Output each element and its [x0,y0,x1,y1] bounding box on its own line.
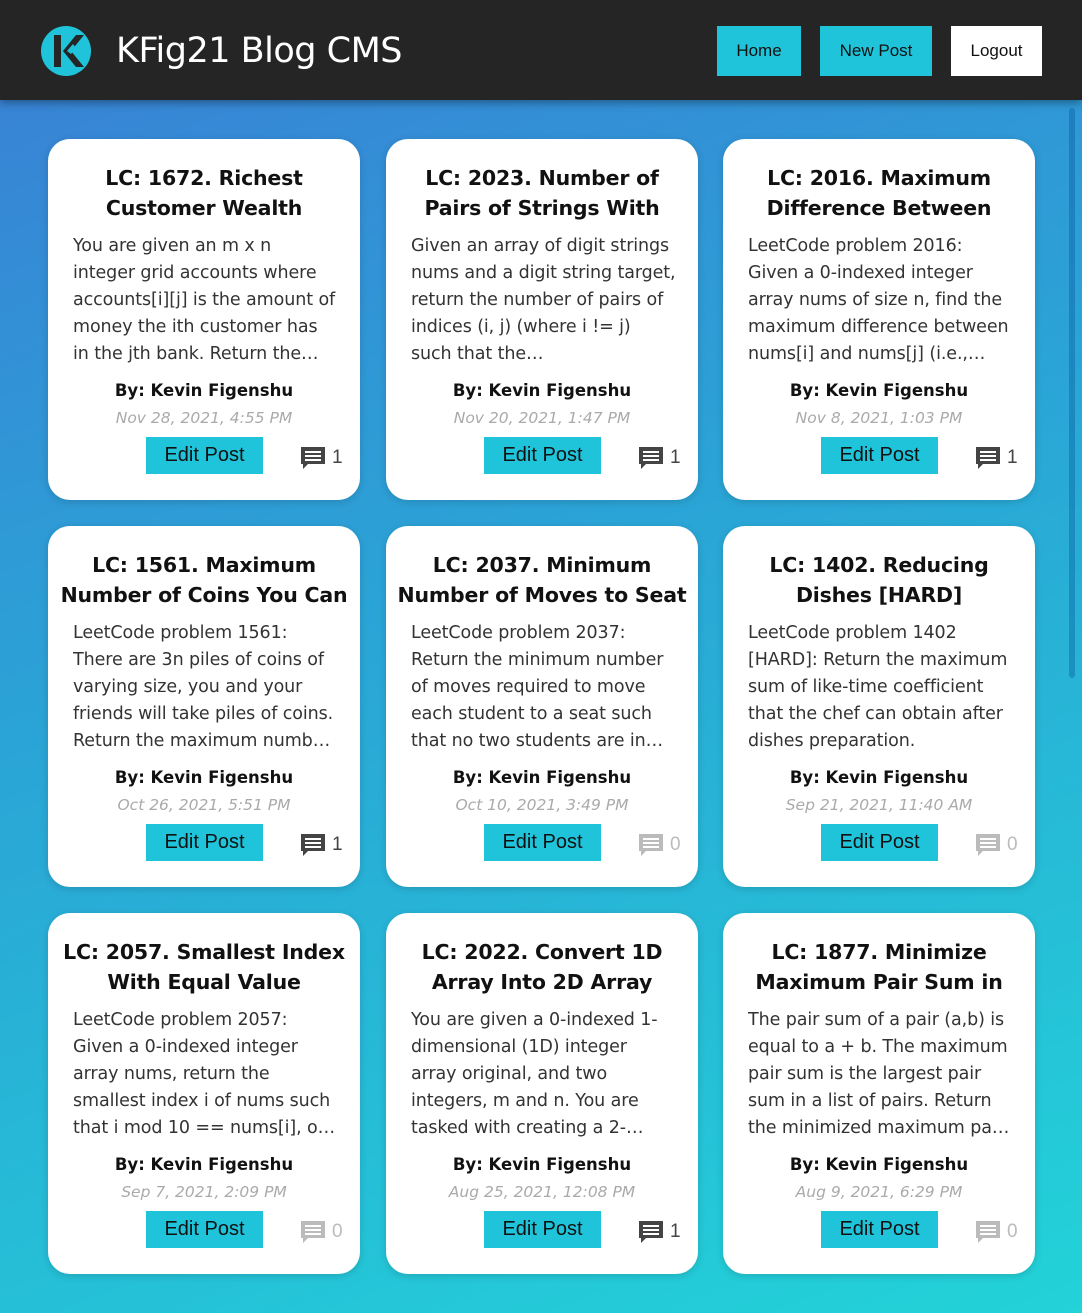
post-excerpt: LeetCode problem 1561: There are 3n pile… [73,623,334,751]
post-author: By: Kevin Figenshu [452,1155,632,1174]
post-title: LC: 2023. Number of Pairs of Strings Wit… [424,166,660,220]
post-card: LC: 2057. Smallest Index With Equal Valu… [48,913,360,1274]
post-title: LC: 2037. Minimum Number of Moves to Sea… [397,553,687,607]
comment-icon [639,447,663,469]
post-excerpt: LeetCode problem 2016: Given a 0-indexed… [748,236,1009,364]
edit-post-button[interactable]: Edit Post [146,1211,263,1248]
comments-link[interactable]: 1 [637,1218,681,1246]
post-author: By: Kevin Figenshu [452,768,632,787]
post-card: LC: 2023. Number of Pairs of Strings Wit… [386,139,698,500]
edit-post-button[interactable]: Edit Post [484,824,601,861]
edit-post-button[interactable]: Edit Post [146,437,263,474]
edit-post-button[interactable]: Edit Post [484,1211,601,1248]
post-excerpt: LeetCode problem 2037: Return the minimu… [411,623,664,751]
post-card: LC: 1672. Richest Customer Wealth You ar… [48,139,360,500]
post-title: LC: 2016. Maximum Difference Between [766,166,992,220]
post-date: Sep 21, 2021, 11:40 AM [785,796,973,814]
top-navbar: KFig21 Blog CMS Home New Post Logout [0,0,1082,100]
comments-link[interactable]: 1 [299,831,343,859]
comment-icon [976,447,1000,469]
post-author: By: Kevin Figenshu [114,1155,294,1174]
brand[interactable]: KFig21 Blog CMS [40,26,402,76]
post-title: LC: 1561. Maximum Number of Coins You Ca… [60,553,348,607]
post-excerpt: You are given a 0-indexed 1-dimensional … [411,1010,658,1138]
comment-icon [301,834,325,856]
post-date: Nov 28, 2021, 4:55 PM [115,409,293,427]
comments-link[interactable]: 0 [637,831,681,859]
post-author: By: Kevin Figenshu [452,381,632,400]
post-card: LC: 1402. Reducing Dishes [HARD] LeetCod… [723,526,1035,887]
post-card: LC: 2016. Maximum Difference Between Lee… [723,139,1035,500]
post-title: LC: 2057. Smallest Index With Equal Valu… [63,940,345,994]
post-card: LC: 2037. Minimum Number of Moves to Sea… [386,526,698,887]
post-card: LC: 1561. Maximum Number of Coins You Ca… [48,526,360,887]
post-date: Nov 8, 2021, 1:03 PM [795,409,963,427]
post-excerpt: LeetCode problem 2057: Given a 0-indexed… [73,1010,336,1138]
post-title: LC: 1672. Richest Customer Wealth [105,166,303,220]
post-author: By: Kevin Figenshu [789,381,969,400]
post-author: By: Kevin Figenshu [114,381,294,400]
post-title: LC: 1402. Reducing Dishes [HARD] [769,553,989,607]
post-date: Aug 9, 2021, 6:29 PM [795,1183,963,1201]
post-date: Nov 20, 2021, 1:47 PM [453,409,631,427]
comment-icon [301,447,325,469]
post-excerpt: You are given an m x n integer grid acco… [73,236,336,364]
post-card: LC: 2022. Convert 1D Array Into 2D Array… [386,913,698,1274]
edit-post-button[interactable]: Edit Post [821,437,938,474]
kfig-logo-icon [41,26,91,76]
logout-button[interactable]: Logout [951,26,1042,76]
post-author: By: Kevin Figenshu [789,1155,969,1174]
post-date: Oct 10, 2021, 3:49 PM [455,796,629,814]
comment-count: 1 [332,447,343,468]
comments-link[interactable]: 1 [974,444,1018,472]
app-title: KFig21 Blog CMS [116,31,402,71]
new-post-button[interactable]: New Post [820,26,932,76]
post-date: Aug 25, 2021, 12:08 PM [448,1183,636,1201]
comment-count: 0 [1007,1221,1018,1242]
comment-count: 0 [1007,834,1018,855]
post-excerpt: The pair sum of a pair (a,b) is equal to… [748,1010,1010,1138]
post-excerpt: Given an array of digit strings nums and… [411,236,676,364]
comments-link[interactable]: 0 [974,831,1018,859]
post-title: LC: 1877. Minimize Maximum Pair Sum in [755,940,1003,994]
post-author: By: Kevin Figenshu [789,768,969,787]
edit-post-button[interactable]: Edit Post [821,824,938,861]
edit-post-button[interactable]: Edit Post [146,824,263,861]
comments-link[interactable]: 0 [974,1218,1018,1246]
post-excerpt: LeetCode problem 1402 [HARD]: Return the… [748,623,1008,751]
post-title: LC: 2022. Convert 1D Array Into 2D Array [421,940,663,994]
scrollbar-thumb[interactable] [1069,108,1075,678]
comment-count: 1 [670,1221,681,1242]
comment-count: 1 [1007,447,1018,468]
comments-link[interactable]: 1 [637,444,681,472]
post-author: By: Kevin Figenshu [114,768,294,787]
post-date: Oct 26, 2021, 5:51 PM [117,796,291,814]
comments-link[interactable]: 1 [299,444,343,472]
comment-count: 1 [670,447,681,468]
comment-icon [976,834,1000,856]
post-date: Sep 7, 2021, 2:09 PM [121,1183,287,1201]
edit-post-button[interactable]: Edit Post [484,437,601,474]
comments-link[interactable]: 0 [299,1218,343,1246]
comment-count: 1 [332,834,343,855]
comment-icon [639,834,663,856]
comment-count: 0 [332,1221,343,1242]
edit-post-button[interactable]: Edit Post [821,1211,938,1248]
comment-icon [976,1221,1000,1243]
comment-count: 0 [670,834,681,855]
post-card: LC: 1877. Minimize Maximum Pair Sum in T… [723,913,1035,1274]
home-button[interactable]: Home [717,26,801,76]
comment-icon [301,1221,325,1243]
comment-icon [639,1221,663,1243]
